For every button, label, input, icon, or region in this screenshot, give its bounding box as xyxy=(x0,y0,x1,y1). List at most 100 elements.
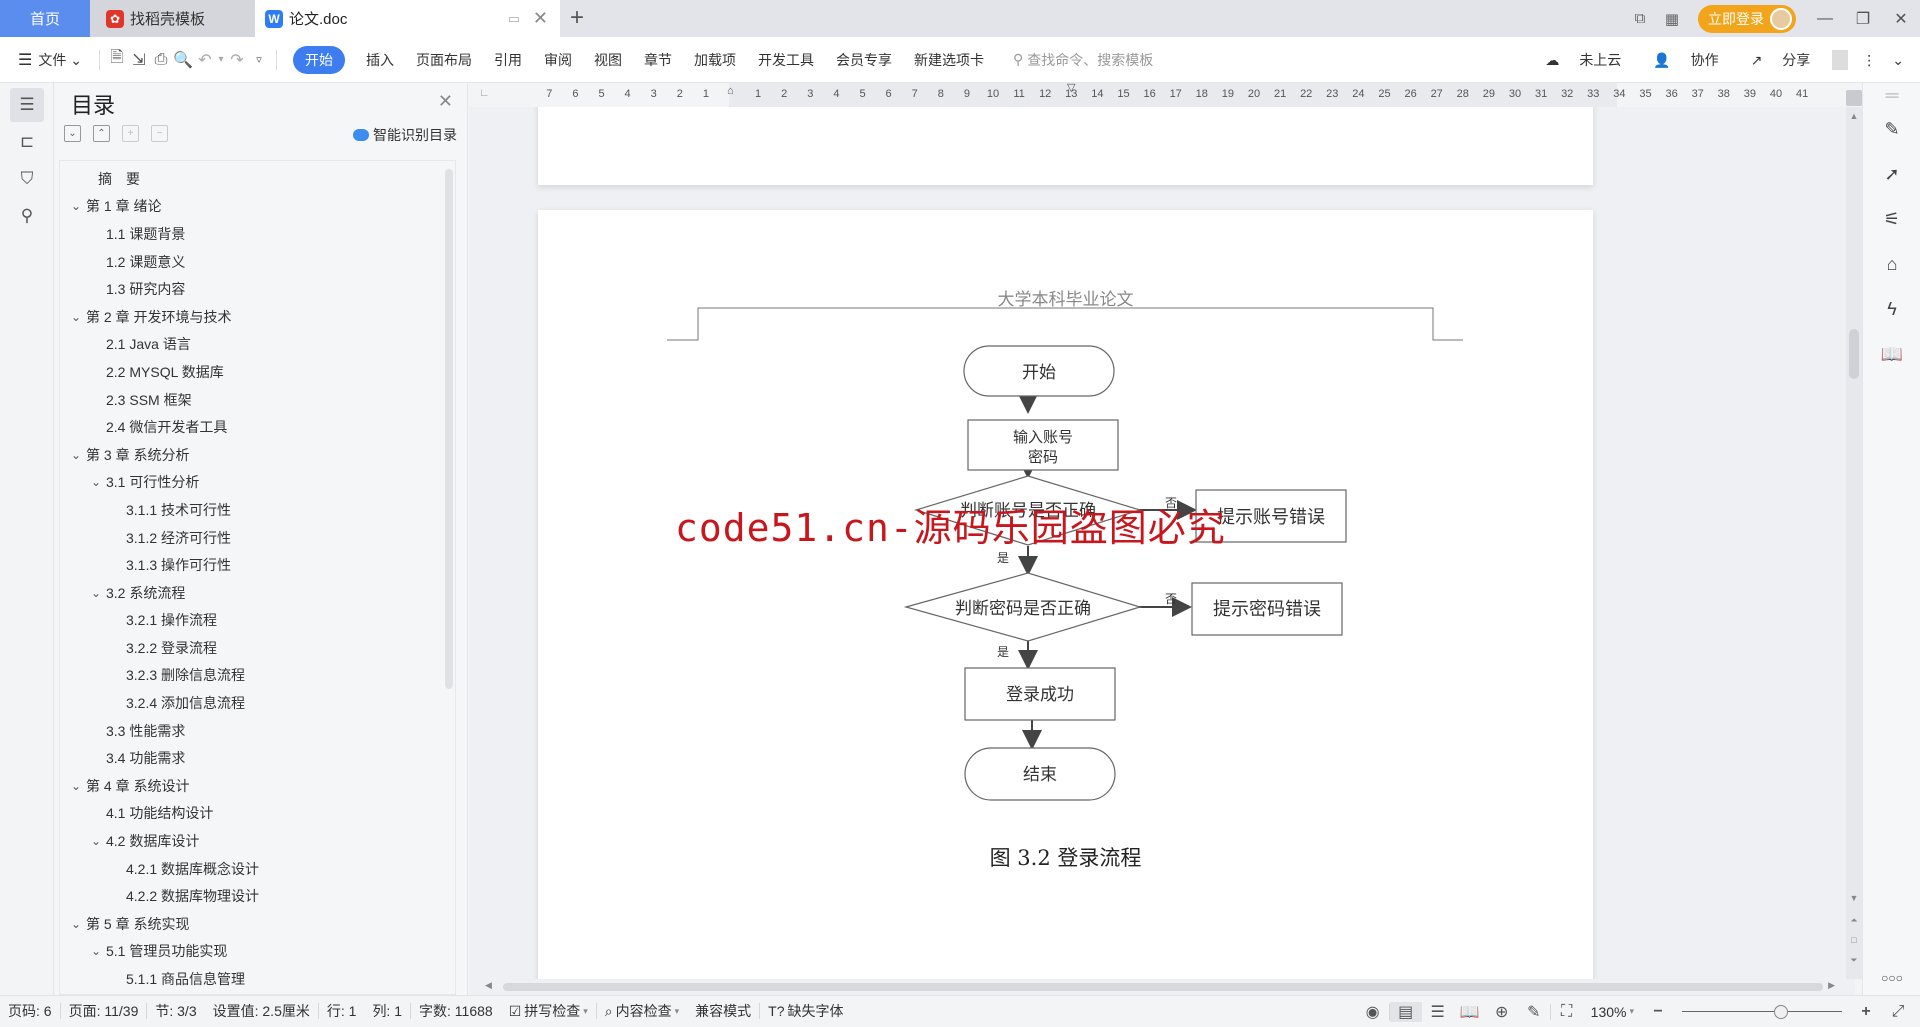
reading-view-icon[interactable]: 📖 xyxy=(1454,1002,1486,1022)
toc-icon[interactable]: ☰ xyxy=(10,88,44,122)
remove-level-icon[interactable]: − xyxy=(151,125,168,142)
zoom-level-dropdown[interactable]: 130% ▾ xyxy=(1583,1004,1642,1020)
toc-item[interactable]: 3.3 性能需求 xyxy=(60,717,455,745)
chevron-down-icon[interactable]: ⌄ xyxy=(68,779,84,793)
toc-item[interactable]: ⌄ 第 3 章 系统分析 xyxy=(60,441,455,469)
chevron-down-icon[interactable]: ⌄ xyxy=(88,944,104,958)
toc-item[interactable]: 3.1.2 经济可行性 xyxy=(60,524,455,552)
zoom-out-button[interactable]: − xyxy=(1642,1003,1674,1021)
row-status[interactable]: 行: 1 xyxy=(319,1001,365,1021)
toc-item[interactable]: 3.2.1 操作流程 xyxy=(60,607,455,635)
toc-item[interactable]: 3.1.3 操作可行性 xyxy=(60,551,455,579)
lightning-icon[interactable]: ϟ xyxy=(1863,287,1920,332)
zoom-in-button[interactable]: + xyxy=(1850,1003,1882,1021)
prev-page-icon[interactable]: ⏶ xyxy=(1846,915,1862,926)
toc-item[interactable]: 4.1 功能结构设计 xyxy=(60,800,455,828)
collapse-ribbon-icon[interactable]: ⌄ xyxy=(1884,52,1912,69)
toc-item[interactable]: 3.2.3 删除信息流程 xyxy=(60,662,455,690)
brush-icon[interactable]: ✎ xyxy=(1863,107,1920,152)
menu-icon[interactable]: ☰ xyxy=(18,50,32,70)
command-search[interactable]: ⚲ 查找命令、搜索模板 xyxy=(1013,50,1153,70)
chevron-down-icon[interactable]: ⌄ xyxy=(68,917,84,931)
toc-item[interactable]: 1.3 研究内容 xyxy=(60,275,455,303)
minimize-button[interactable]: — xyxy=(1806,10,1844,28)
bookmark-icon[interactable]: ⛉ xyxy=(10,162,44,196)
tab-template[interactable]: ✿ 找稻壳模板 xyxy=(90,0,255,37)
tab-view[interactable]: 视图 xyxy=(583,50,633,70)
spell-check-button[interactable]: ☑ 拼写检查 ▾ xyxy=(501,1001,596,1021)
toc-item[interactable]: 3.2.4 添加信息流程 xyxy=(60,689,455,717)
toc-item[interactable]: ⌄ 第 1 章 绪论 xyxy=(60,193,455,221)
apps-grid-icon[interactable]: ▦ xyxy=(1656,10,1688,28)
word-count[interactable]: 字数: 11688 xyxy=(411,1001,501,1021)
horizontal-ruler[interactable]: ∟ ⌂ ▽ 7 6 5 4 3 2 1 1 2 3 4 5 6 7 8 9 10 11 12 13 14 15 16 17 18… xyxy=(469,82,1855,107)
toc-item[interactable]: ⌄ 3.2 系统流程 xyxy=(60,579,455,607)
zoom-slider[interactable] xyxy=(1682,1002,1842,1022)
share-button[interactable]: ↗ 分享 xyxy=(1735,50,1827,70)
close-icon[interactable]: ✕ xyxy=(438,91,453,112)
tab-new[interactable]: 新建选项卡 xyxy=(903,50,995,70)
tab-document[interactable]: W 论文.doc ▭ ✕ xyxy=(255,0,560,37)
horizontal-scroll-thumb[interactable] xyxy=(503,983,1823,991)
toc-item[interactable]: 3.4 功能需求 xyxy=(60,744,455,772)
page-view-icon[interactable]: ▤ xyxy=(1389,1001,1422,1022)
scroll-right-icon[interactable]: ▶ xyxy=(1828,980,1835,991)
new-tab-button[interactable]: + xyxy=(570,4,584,32)
collapse-all-icon[interactable]: ⌃ xyxy=(93,125,110,142)
toc-item[interactable]: 4.2.1 数据库概念设计 xyxy=(60,855,455,883)
adjust-sliders-icon[interactable]: ⚟ xyxy=(1863,197,1920,242)
vertical-scroll-thumb[interactable] xyxy=(1849,329,1859,379)
outline-view-icon[interactable]: ☰ xyxy=(1422,1002,1454,1022)
col-status[interactable]: 列: 1 xyxy=(364,1001,410,1021)
indent-marker-icon[interactable]: ⌂ xyxy=(727,85,734,97)
toc-scrollbar[interactable] xyxy=(445,169,453,689)
write-view-icon[interactable]: ✎ xyxy=(1518,1002,1550,1022)
toc-item[interactable]: 3.2.2 登录流程 xyxy=(60,634,455,662)
vertical-scrollbar[interactable]: ▲ ▼ ⏶ □ ⏷ xyxy=(1846,90,1862,979)
toc-item[interactable]: ⌄ 第 4 章 系统设计 xyxy=(60,772,455,800)
tab-chapter[interactable]: 章节 xyxy=(633,50,683,70)
tab-addins[interactable]: 加载项 xyxy=(683,50,747,70)
tab-insert[interactable]: 插入 xyxy=(355,50,405,70)
missing-font-button[interactable]: T? 缺失字体 xyxy=(760,1001,851,1021)
chevron-down-icon[interactable]: ⌄ xyxy=(68,199,84,213)
add-level-icon[interactable]: + xyxy=(122,125,139,142)
tab-developer[interactable]: 开发工具 xyxy=(747,50,825,70)
tab-page-layout[interactable]: 页面布局 xyxy=(405,50,483,70)
section-status[interactable]: 节: 3/3 xyxy=(147,1001,204,1021)
print-preview-icon[interactable]: 🔍 xyxy=(172,50,194,70)
toc-item[interactable]: 2.4 微信开发者工具 xyxy=(60,413,455,441)
chevron-down-icon[interactable]: ⌄ xyxy=(88,475,104,489)
toc-item[interactable]: 2.1 Java 语言 xyxy=(60,331,455,359)
toc-item[interactable]: 1.2 课题意义 xyxy=(60,248,455,276)
toc-item[interactable]: ⌄ 3.1 可行性分析 xyxy=(60,469,455,497)
save-icon[interactable]: 🗎 xyxy=(106,46,128,73)
scroll-up-icon[interactable]: ▲ xyxy=(1846,111,1862,121)
cloud-status-button[interactable]: ☁ 未上云 xyxy=(1529,50,1637,70)
read-search-icon[interactable]: 📖 xyxy=(1863,332,1920,377)
tab-references[interactable]: 引用 xyxy=(483,50,533,70)
toc-item[interactable]: 1.1 课题背景 xyxy=(60,220,455,248)
toc-item[interactable]: 5.1.1 商品信息管理 xyxy=(60,965,455,993)
close-tab-icon[interactable]: ✕ xyxy=(533,8,548,29)
select-cursor-icon[interactable]: ➚ xyxy=(1863,152,1920,197)
collaborate-button[interactable]: 👤 协作 xyxy=(1637,50,1734,70)
undo-icon[interactable]: ↶ xyxy=(194,50,216,70)
customize-toolbar-icon[interactable]: ▿ xyxy=(248,53,270,66)
horizontal-scrollbar[interactable]: ◀ ▶ xyxy=(469,979,1855,995)
store-icon[interactable]: ⌂ xyxy=(1863,242,1920,287)
pin-icon[interactable]: ▭ xyxy=(508,11,520,27)
chapter-nav-icon[interactable]: ⊏ xyxy=(10,125,44,159)
expand-all-icon[interactable]: ⌄ xyxy=(64,125,81,142)
more-options-icon[interactable]: ○○○ xyxy=(1863,971,1920,985)
page-number-status[interactable]: 页码: 6 xyxy=(0,1001,60,1021)
zoom-slider-knob[interactable] xyxy=(1774,1004,1789,1019)
toc-item[interactable]: 摘 要 xyxy=(60,165,455,193)
toc-item[interactable]: 4.2.2 数据库物理设计 xyxy=(60,882,455,910)
search-icon[interactable]: ⚲ xyxy=(10,199,44,233)
smart-toc-button[interactable]: 智能识别目录 xyxy=(353,125,457,145)
collapse-handle-icon[interactable]: ═ xyxy=(1863,83,1920,107)
content-check-button[interactable]: ⌕ 内容检查 ▾ xyxy=(597,1001,687,1021)
toc-item[interactable]: ⌄ 第 5 章 系统实现 xyxy=(60,910,455,938)
undo-dropdown-icon[interactable]: ▾ xyxy=(216,54,226,65)
